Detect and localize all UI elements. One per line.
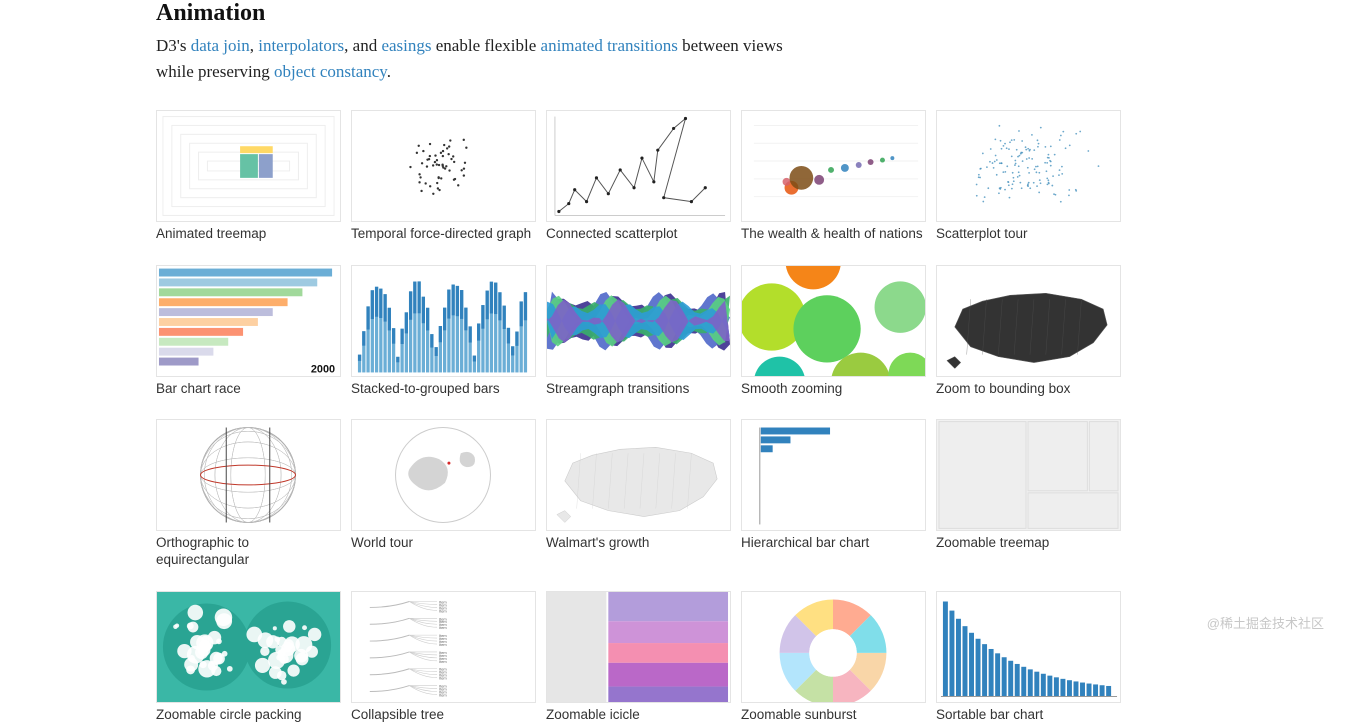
gallery-thumbnail[interactable] bbox=[741, 591, 926, 703]
gallery-card: Smooth zooming bbox=[741, 265, 926, 398]
svg-text:Item: Item bbox=[439, 625, 447, 630]
gallery-thumbnail[interactable] bbox=[351, 110, 536, 222]
gallery-card: Zoom to bounding box bbox=[936, 265, 1121, 398]
gallery-card: Animated treemap bbox=[156, 110, 341, 243]
gallery-caption: Sortable bar chart bbox=[936, 707, 1121, 724]
gallery-thumbnail[interactable] bbox=[351, 265, 536, 377]
gallery-card: Streamgraph transitions bbox=[546, 265, 731, 398]
gallery-caption: Bar chart race bbox=[156, 381, 341, 398]
gallery-thumbnail[interactable] bbox=[741, 110, 926, 222]
gallery-card: Connected scatterplot bbox=[546, 110, 731, 243]
gallery-thumbnail[interactable]: 2000 bbox=[156, 265, 341, 377]
gallery-caption: Orthographic to equirectangular bbox=[156, 535, 341, 569]
gallery-caption: Collapsible tree bbox=[351, 707, 536, 724]
link-interpolators[interactable]: interpolators bbox=[258, 36, 344, 55]
gallery-caption: Zoomable circle packing bbox=[156, 707, 341, 724]
gallery-card: The wealth & health of nations bbox=[741, 110, 926, 243]
gallery-caption: Connected scatterplot bbox=[546, 226, 731, 243]
link-object-constancy[interactable]: object constancy bbox=[274, 62, 387, 81]
gallery-grid: Animated treemap Temporal force-directed … bbox=[156, 110, 1190, 724]
gallery-thumbnail[interactable] bbox=[156, 591, 341, 703]
gallery-thumbnail[interactable] bbox=[351, 419, 536, 531]
gallery-card: Temporal force-directed graph bbox=[351, 110, 536, 243]
intro-text: D3's bbox=[156, 36, 191, 55]
gallery-caption: Smooth zooming bbox=[741, 381, 926, 398]
link-data-join[interactable]: data join bbox=[191, 36, 250, 55]
svg-text:Item: Item bbox=[439, 659, 447, 664]
gallery-caption: The wealth & health of nations bbox=[741, 226, 926, 243]
svg-text:Item: Item bbox=[439, 609, 447, 614]
svg-text:Item: Item bbox=[439, 676, 447, 681]
gallery-card: Walmart's growth bbox=[546, 419, 731, 569]
gallery-card: Stacked-to-grouped bars bbox=[351, 265, 536, 398]
gallery-card: Scatterplot tour bbox=[936, 110, 1121, 243]
section-intro: D3's data join, interpolators, and easin… bbox=[156, 33, 796, 86]
gallery-thumbnail[interactable] bbox=[936, 110, 1121, 222]
gallery-caption: Zoomable treemap bbox=[936, 535, 1121, 552]
gallery-caption: Zoomable icicle bbox=[546, 707, 731, 724]
link-animated-transitions[interactable]: animated transitions bbox=[541, 36, 678, 55]
gallery-thumbnail[interactable] bbox=[741, 419, 926, 531]
gallery-caption: Zoomable sunburst bbox=[741, 707, 926, 724]
gallery-thumbnail[interactable] bbox=[936, 591, 1121, 703]
gallery-card: World tour bbox=[351, 419, 536, 569]
gallery-card: 2000 Bar chart race bbox=[156, 265, 341, 398]
gallery-caption: Temporal force-directed graph bbox=[351, 226, 536, 243]
gallery-thumbnail[interactable] bbox=[546, 591, 731, 703]
section-title: Animation bbox=[156, 0, 1190, 27]
intro-text: enable flexible bbox=[432, 36, 541, 55]
svg-text:Item: Item bbox=[439, 642, 447, 647]
gallery-thumbnail[interactable] bbox=[936, 419, 1121, 531]
gallery-caption: Streamgraph transitions bbox=[546, 381, 731, 398]
intro-text: , and bbox=[344, 36, 381, 55]
gallery-thumbnail[interactable] bbox=[546, 265, 731, 377]
gallery-caption: Scatterplot tour bbox=[936, 226, 1121, 243]
gallery-caption: Animated treemap bbox=[156, 226, 341, 243]
svg-text:Item: Item bbox=[439, 693, 447, 698]
intro-text: . bbox=[387, 62, 391, 81]
gallery-thumbnail[interactable] bbox=[936, 265, 1121, 377]
svg-text:2000: 2000 bbox=[311, 363, 335, 375]
gallery-card: Zoomable treemap bbox=[936, 419, 1121, 569]
gallery-thumbnail[interactable]: ItemItemItemItemItemItemItemItemItemItem… bbox=[351, 591, 536, 703]
gallery-thumbnail[interactable] bbox=[741, 265, 926, 377]
gallery-caption: Hierarchical bar chart bbox=[741, 535, 926, 552]
gallery-card: Orthographic to equirectangular bbox=[156, 419, 341, 569]
intro-text: , bbox=[250, 36, 259, 55]
gallery-caption: Zoom to bounding box bbox=[936, 381, 1121, 398]
gallery-caption: World tour bbox=[351, 535, 536, 552]
gallery-thumbnail[interactable] bbox=[546, 419, 731, 531]
gallery-caption: Stacked-to-grouped bars bbox=[351, 381, 536, 398]
link-easings[interactable]: easings bbox=[381, 36, 431, 55]
gallery-thumbnail[interactable] bbox=[156, 110, 341, 222]
gallery-card: Hierarchical bar chart bbox=[741, 419, 926, 569]
gallery-thumbnail[interactable] bbox=[156, 419, 341, 531]
gallery-caption: Walmart's growth bbox=[546, 535, 731, 552]
gallery-thumbnail[interactable] bbox=[546, 110, 731, 222]
